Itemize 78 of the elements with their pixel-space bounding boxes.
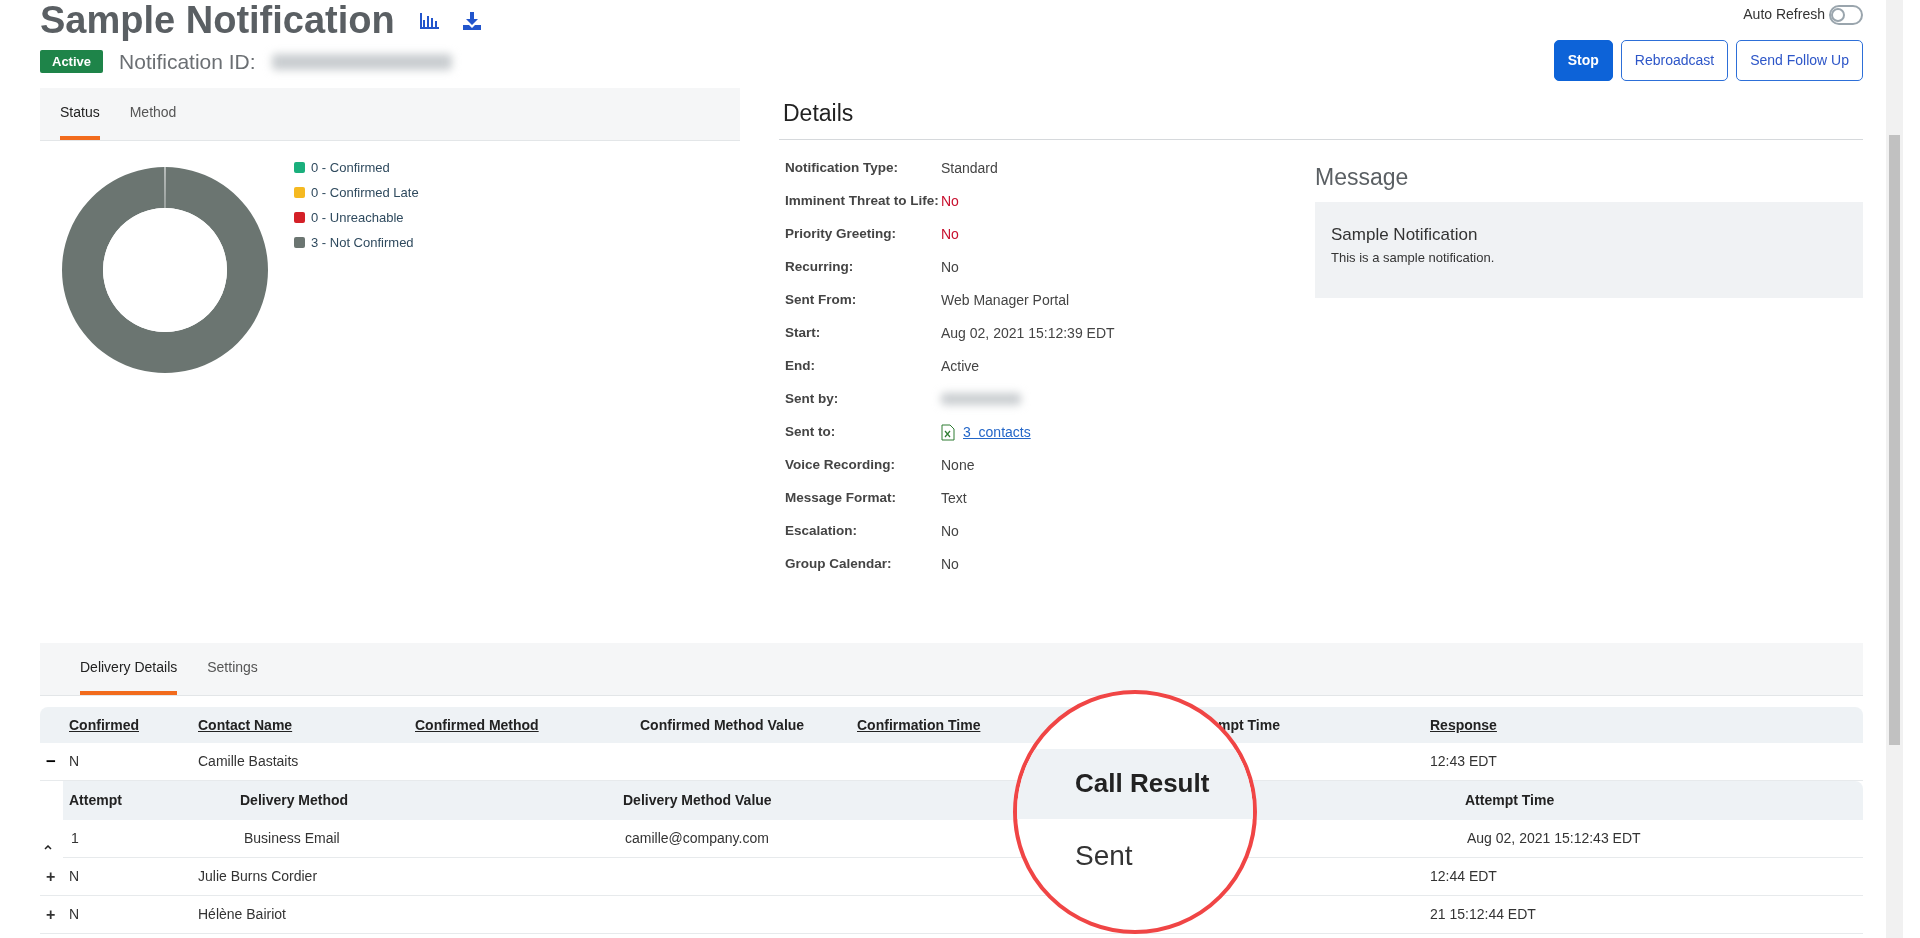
detail-label: Imminent Threat to Life:	[784, 191, 940, 210]
table-cell-text: N	[69, 752, 80, 771]
column-header: Attempt	[69, 791, 122, 810]
detail-label: Notification Type:	[784, 158, 899, 177]
table-cell-text: 21 15:12:44 EDT	[1430, 905, 1536, 924]
collapse-toggle[interactable]: −	[40, 748, 56, 775]
table-cell-text: 12:44 EDT	[1430, 867, 1497, 886]
legend-label: 0 - Confirmed Late	[311, 183, 419, 202]
detail-value: Active	[941, 356, 980, 376]
expand-toggle[interactable]: +	[40, 902, 56, 927]
tab[interactable]: Method	[129, 88, 177, 140]
detail-label: Priority Greeting:	[784, 224, 898, 243]
page-title: Sample Notification	[40, 0, 395, 42]
tab[interactable]: Delivery Details	[80, 643, 178, 695]
detail-label: Voice Recording:	[784, 455, 897, 474]
legend-label: 3 - Not Confirmed	[311, 233, 414, 252]
tab[interactable]: Status	[60, 88, 100, 140]
column-header: Attempt Time	[1465, 791, 1555, 810]
contacts-link[interactable]: 3 contacts	[963, 421, 1031, 443]
id-label: Notification ID:	[119, 48, 256, 75]
action-button[interactable]: Rebroadcast	[1620, 40, 1729, 81]
detail-value: Web Manager Portal	[941, 290, 1070, 310]
collapse-icon[interactable]	[44, 845, 52, 850]
table-cell-text: camille@company.com	[625, 829, 769, 848]
detail-label: Group Calendar:	[784, 554, 893, 573]
detail-label: Sent by:	[784, 389, 840, 408]
status-badge: Active	[40, 49, 104, 74]
detail-label: End:	[784, 356, 816, 375]
auto-refresh-label: Auto Refresh	[1743, 5, 1825, 24]
table-cell-text: 1	[71, 829, 79, 848]
expand-toggle[interactable]: +	[40, 864, 56, 889]
table-cell-text: Julie Burns Cordier	[198, 867, 318, 886]
detail-label: Start:	[784, 323, 822, 342]
detail-label: Escalation:	[784, 521, 859, 540]
action-button[interactable]: Stop	[1553, 40, 1613, 81]
table-cell-text: Aug 02, 2021 15:12:43 EDT	[1467, 829, 1641, 848]
detail-label: Sent to:	[784, 422, 837, 441]
detail-value: Aug 02, 2021 15:12:39 EDT	[941, 323, 1115, 343]
table-cell-text: N	[69, 905, 80, 924]
magnified-text: Sent	[1075, 842, 1133, 870]
table-cell-text: Camille Bastaits	[198, 752, 299, 771]
detail-value: No	[941, 521, 959, 541]
message-body: This is a sample notification.	[1331, 248, 1496, 267]
scrollbar[interactable]	[1886, 0, 1903, 938]
sort-header[interactable]: Confirmed	[69, 714, 139, 736]
download-icon[interactable]	[462, 11, 481, 30]
detail-value: No	[941, 224, 959, 244]
auto-refresh-toggle[interactable]	[1829, 4, 1863, 25]
detail-value: No	[941, 191, 959, 211]
details-heading: Details	[779, 88, 1863, 140]
tab[interactable]: Settings	[207, 643, 258, 695]
sort-header[interactable]: Response	[1430, 714, 1497, 736]
column-header: Delivery Method	[240, 791, 349, 810]
message-subject: Sample Notification	[1331, 224, 1479, 246]
table-cell-text: Hélène Bairiot	[198, 905, 286, 924]
detail-value: No	[941, 554, 959, 574]
legend-label: 0 - Confirmed	[311, 158, 390, 177]
column-header: Delivery Method Value	[623, 791, 772, 810]
column-header: Confirmed Method Value	[640, 715, 805, 735]
detail-value: No	[941, 257, 959, 277]
table-cell-text: 12:43 EDT	[1430, 752, 1497, 771]
magnified-header: Call Result	[1075, 770, 1210, 796]
legend-label: 0 - Unreachable	[311, 208, 404, 227]
action-button[interactable]: Send Follow Up	[1736, 40, 1863, 81]
spreadsheet-icon	[941, 423, 955, 441]
message-heading: Message	[1315, 162, 1410, 192]
detail-value: None	[941, 455, 975, 475]
table-cell-text: N	[69, 867, 80, 886]
detail-label: Recurring:	[784, 257, 855, 276]
bar-chart-icon[interactable]	[418, 12, 439, 29]
detail-label: Sent From:	[784, 290, 858, 309]
sort-header[interactable]: Confirmed Method	[415, 714, 539, 736]
table-cell-text: Business Email	[243, 829, 340, 848]
detail-value: Text	[941, 488, 967, 508]
sort-header[interactable]: Contact Name	[198, 714, 293, 736]
sort-header[interactable]: Confirmation Time	[857, 714, 981, 736]
detail-value: Standard	[941, 158, 998, 178]
detail-label: Message Format:	[784, 488, 898, 507]
